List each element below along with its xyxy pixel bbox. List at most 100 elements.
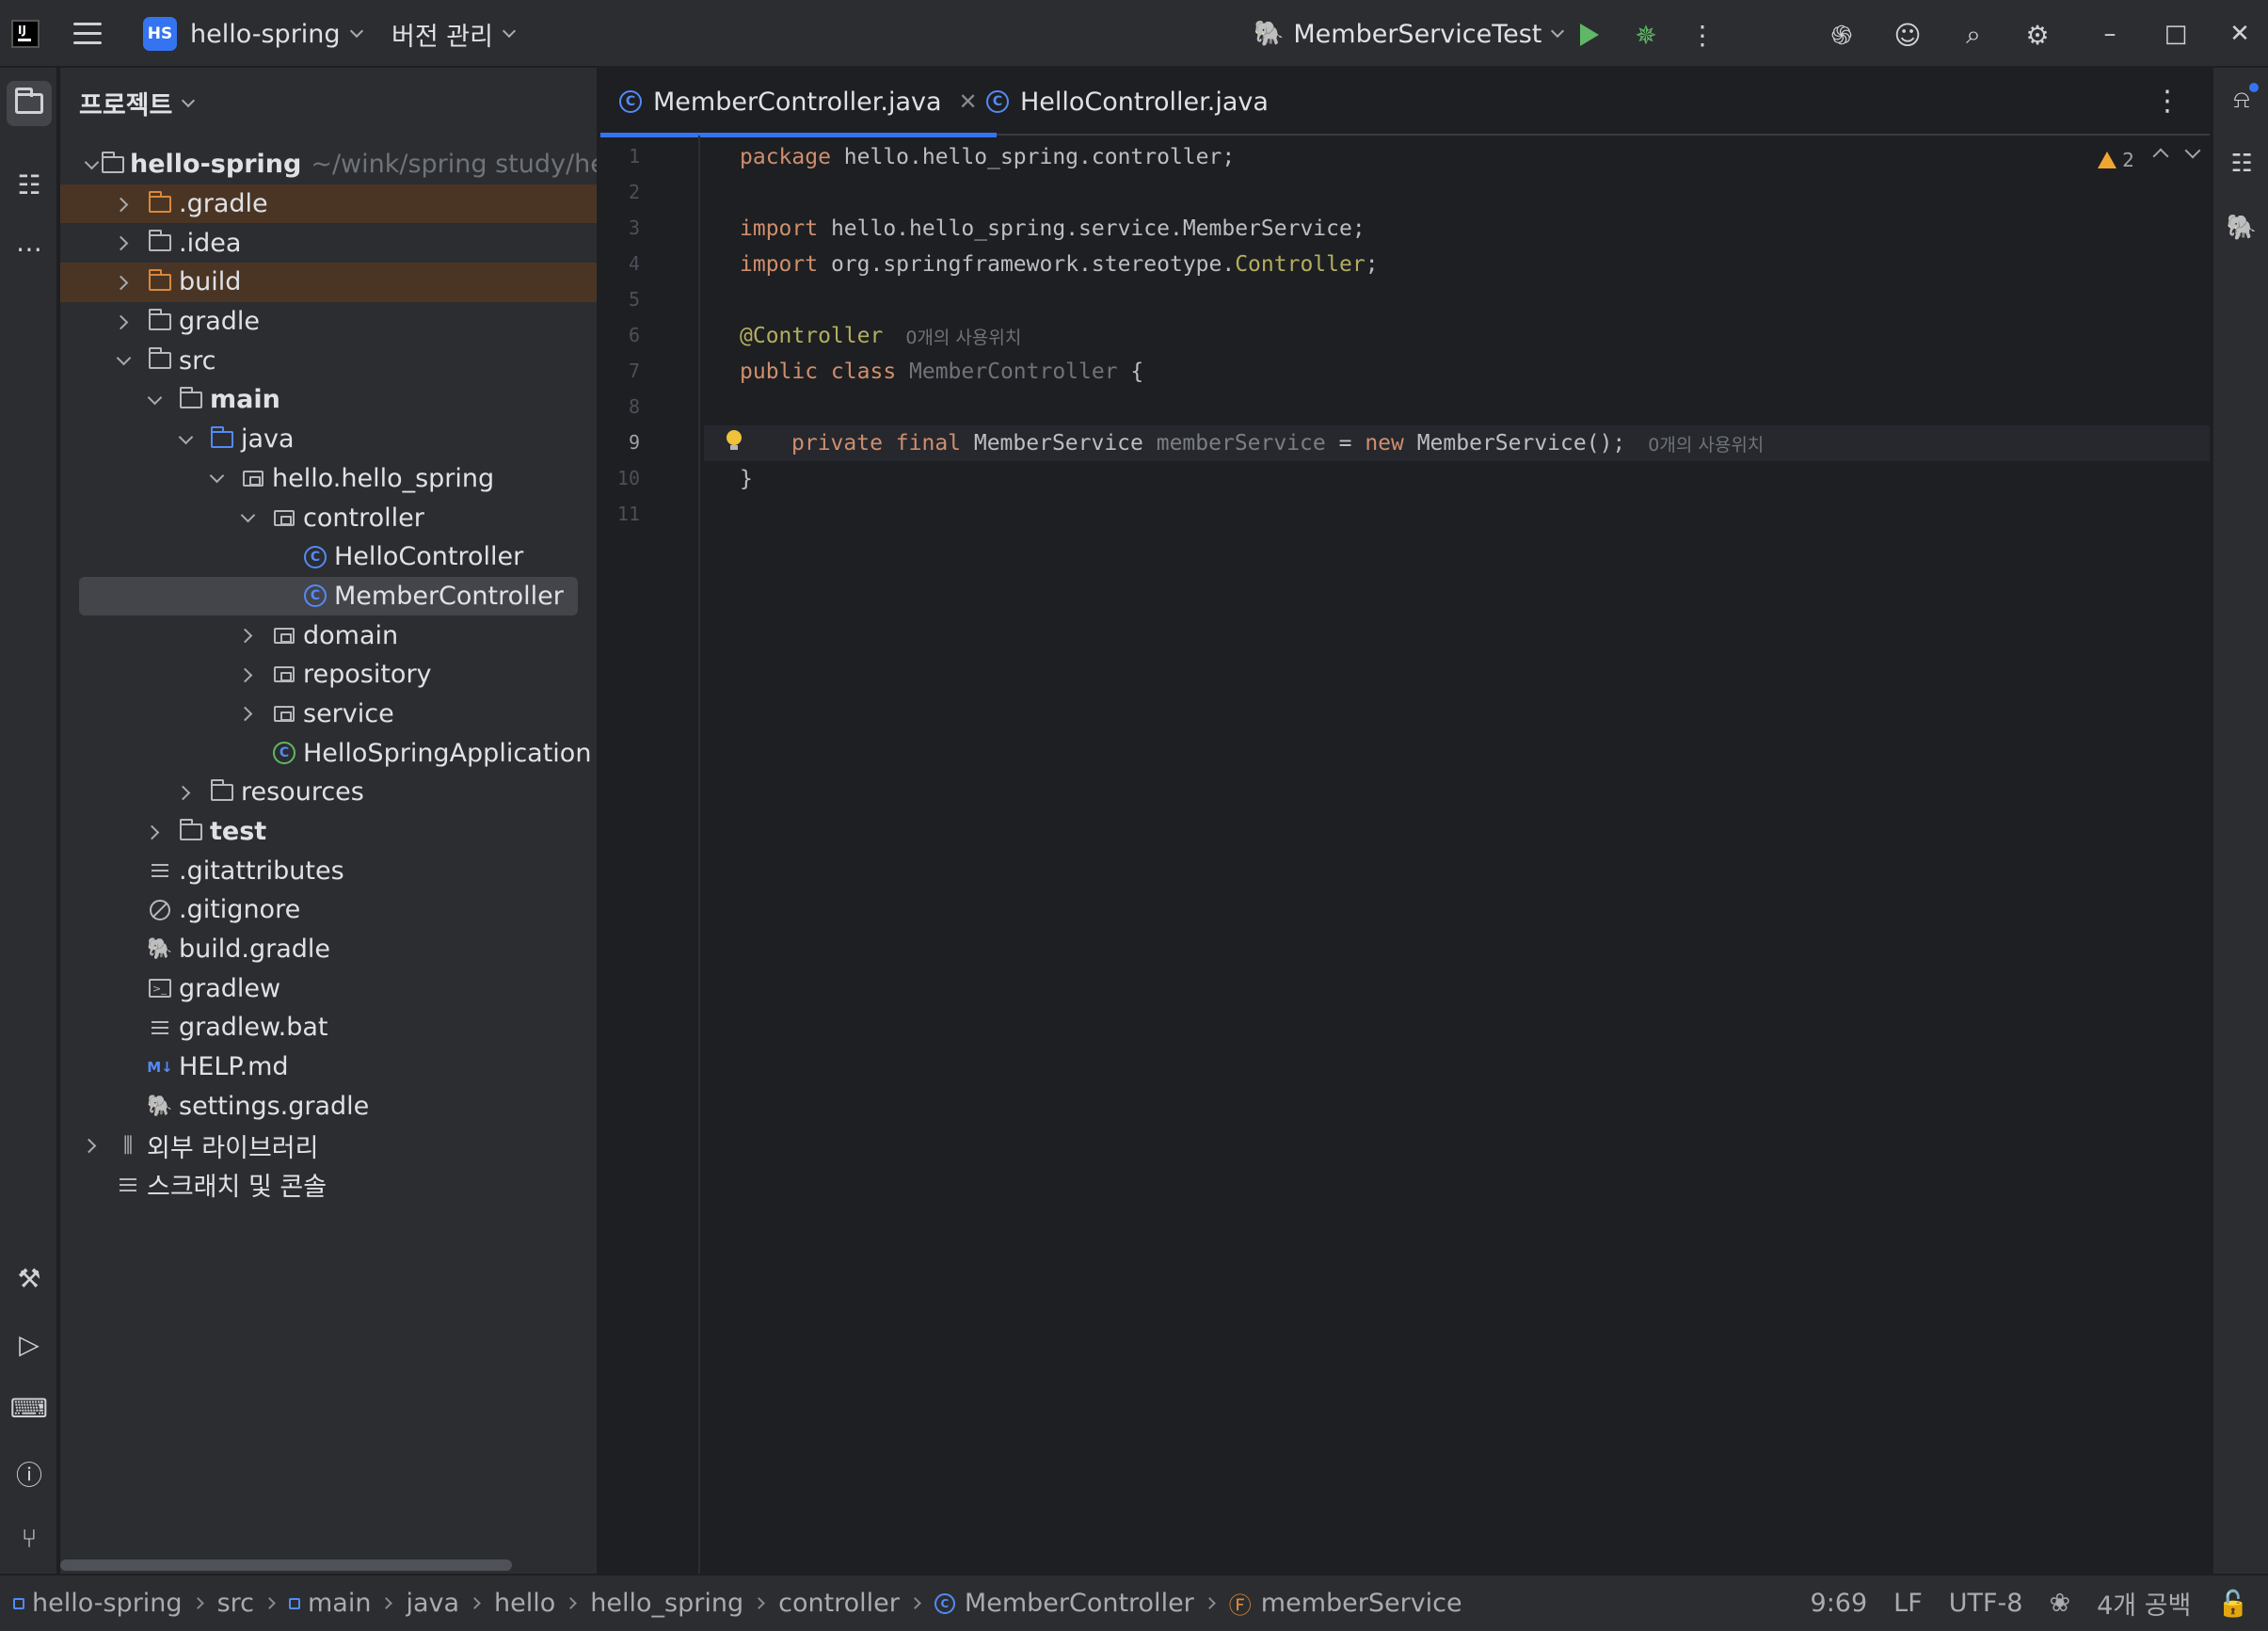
problems-tool-button[interactable]: ⓘ <box>7 1451 52 1496</box>
tree-item-service[interactable]: service <box>60 695 597 734</box>
status-bar: hello-spring src main java hello hello_s… <box>0 1574 2268 1631</box>
expand-arrow-icon[interactable] <box>117 354 130 367</box>
class-icon: C <box>619 90 642 113</box>
tree-item-scratches[interactable]: 스크래치 및 콘솔 <box>60 1165 597 1205</box>
settings-button[interactable]: ⚙ <box>2021 19 2053 51</box>
code-token-class: Controller <box>1235 252 1366 277</box>
breadcrumb-item[interactable]: controller <box>778 1589 900 1618</box>
structure-tool-button[interactable]: ☷ <box>7 162 52 207</box>
git-tool-button[interactable]: ⑂ <box>7 1515 52 1560</box>
project-panel-header[interactable]: 프로젝트 <box>79 85 196 121</box>
tree-item-package-root[interactable]: hello.hello_spring <box>60 459 597 499</box>
usage-hint[interactable]: 0개의 사용위치 <box>1648 431 1764 456</box>
cursor-position[interactable]: 9:69 <box>1811 1589 1868 1618</box>
usage-hint[interactable]: 0개의 사용위치 <box>905 324 1021 349</box>
minimize-button[interactable]: – <box>2089 13 2131 55</box>
expand-arrow-icon[interactable] <box>85 1139 98 1152</box>
project-tool-button[interactable] <box>7 81 52 126</box>
expand-arrow-icon[interactable] <box>117 315 130 328</box>
main-menu-icon[interactable] <box>73 23 102 45</box>
expand-arrow-icon[interactable] <box>179 433 192 446</box>
tree-item-external-libraries[interactable]: ⫼ 외부 라이브러리 <box>60 1126 597 1165</box>
tree-item-help-md[interactable]: M↓ HELP.md <box>60 1047 597 1087</box>
file-encoding[interactable]: UTF-8 <box>1949 1589 2023 1618</box>
horizontal-scrollbar[interactable] <box>60 1559 512 1571</box>
package-icon <box>243 470 264 487</box>
breadcrumb-item[interactable]: main <box>288 1589 371 1618</box>
gradle-tool-button[interactable]: 🐘 <box>2223 209 2260 247</box>
app-logo-icon[interactable]: IJ <box>11 20 40 48</box>
tree-item-gradlew[interactable]: >_ gradlew <box>60 968 597 1008</box>
ai-chat-button[interactable]: ☷ <box>2223 145 2260 183</box>
tree-item-repository[interactable]: repository <box>60 655 597 695</box>
tree-item-gitignore[interactable]: .gitignore <box>60 890 597 930</box>
breadcrumb-item[interactable]: java <box>406 1589 459 1618</box>
ai-assistant-button[interactable]: ֍ <box>1826 19 1858 51</box>
breadcrumb-item[interactable]: ⒻmemberService <box>1229 1587 1462 1620</box>
tree-item-build[interactable]: build <box>60 263 597 302</box>
tree-item-java[interactable]: java <box>60 420 597 459</box>
tree-item-hello-spring-application[interactable]: C HelloSpringApplication <box>60 733 597 773</box>
breadcrumb-item[interactable]: hello <box>494 1589 555 1618</box>
tree-item-controller[interactable]: controller <box>60 498 597 537</box>
expand-arrow-icon[interactable] <box>210 472 223 485</box>
expand-arrow-icon[interactable] <box>241 707 254 720</box>
tab-member-controller[interactable]: C MemberController.java ✕ <box>600 68 997 137</box>
expand-arrow-icon[interactable] <box>241 511 254 524</box>
code-with-me-button[interactable]: ☺ <box>1892 19 1924 51</box>
expand-arrow-icon[interactable] <box>117 276 130 289</box>
terminal-tool-button[interactable]: ⌨ <box>7 1385 52 1431</box>
build-tool-button[interactable]: ⚒ <box>7 1255 52 1301</box>
tree-item-settings-gradle[interactable]: 🐘 settings.gradle <box>60 1087 597 1127</box>
expand-arrow-icon[interactable] <box>241 629 254 642</box>
debug-button[interactable]: ✵ <box>1630 19 1662 51</box>
tab-hello-controller[interactable]: C HelloController.java <box>967 68 1287 136</box>
tree-item-gradle-dir[interactable]: .gradle <box>60 184 597 224</box>
breadcrumb-item[interactable]: hello-spring <box>13 1589 183 1618</box>
tree-item-domain[interactable]: domain <box>60 616 597 655</box>
line-separator[interactable]: LF <box>1893 1589 1923 1618</box>
tree-item-main[interactable]: main <box>60 380 597 420</box>
lightbulb-icon[interactable] <box>726 430 743 451</box>
line-number-gutter: 1 2 3 4 5 6 7 8 9 10 11 <box>600 136 700 1574</box>
close-window-button[interactable]: ✕ <box>2219 13 2260 55</box>
more-tools-button[interactable]: ⋯ <box>7 226 52 271</box>
search-everywhere-button[interactable]: ⌕ <box>1957 19 1989 51</box>
tree-item-gradlew-bat[interactable]: gradlew.bat <box>60 1008 597 1047</box>
run-button[interactable] <box>1573 19 1605 51</box>
notifications-button[interactable]: ⍾ <box>2223 81 2260 119</box>
services-tool-button[interactable]: ▷ <box>7 1321 52 1367</box>
tree-item-build-gradle[interactable]: 🐘 build.gradle <box>60 930 597 969</box>
expand-arrow-icon[interactable] <box>117 198 130 211</box>
tree-item-resources[interactable]: resources <box>60 773 597 812</box>
tree-item-member-controller[interactable]: C MemberController <box>79 576 578 616</box>
run-config-selector[interactable]: 🐘 MemberServiceTest <box>1254 0 1565 68</box>
tree-item-src[interactable]: src <box>60 341 597 380</box>
tabs-more-icon[interactable]: ⋮ <box>2153 85 2181 118</box>
tree-item-idea[interactable]: .idea <box>60 223 597 263</box>
vcs-menu[interactable]: 버전 관리 <box>391 0 517 68</box>
code-token: hello.hello_spring.controller; <box>830 145 1236 169</box>
maximize-button[interactable]: □ <box>2155 13 2196 55</box>
tree-item-test[interactable]: test <box>60 812 597 852</box>
expand-arrow-icon[interactable] <box>241 668 254 681</box>
breadcrumb-item[interactable]: src <box>217 1589 254 1618</box>
expand-arrow-icon[interactable] <box>117 236 130 249</box>
tree-item-hello-controller[interactable]: C HelloController <box>60 537 597 577</box>
code-style-icon[interactable]: ❀ <box>2049 1589 2070 1618</box>
expand-arrow-icon[interactable] <box>148 393 161 407</box>
tree-item-gitattributes[interactable]: .gitattributes <box>60 851 597 890</box>
more-actions-button[interactable]: ⋮ <box>1686 19 1718 51</box>
code-token-type: MemberService <box>961 431 1143 456</box>
lock-icon[interactable]: 🔓 <box>2217 1589 2249 1619</box>
expand-arrow-icon[interactable] <box>179 786 192 799</box>
inspection-widget[interactable]: 2 <box>2098 149 2134 171</box>
breadcrumb-item[interactable]: hello_spring <box>590 1589 743 1618</box>
tree-item-gradle[interactable]: gradle <box>60 302 597 342</box>
expand-arrow-icon[interactable] <box>148 825 161 839</box>
project-switcher[interactable]: HS hello-spring <box>143 0 363 68</box>
tree-item-root[interactable]: hello-spring ~/wink/spring study/hello- <box>60 145 597 184</box>
more-vertical-icon: ⋮ <box>1689 19 1716 51</box>
indent-setting[interactable]: 4개 공백 <box>2097 1585 2191 1622</box>
breadcrumb-item[interactable]: C MemberController <box>934 1589 1194 1618</box>
